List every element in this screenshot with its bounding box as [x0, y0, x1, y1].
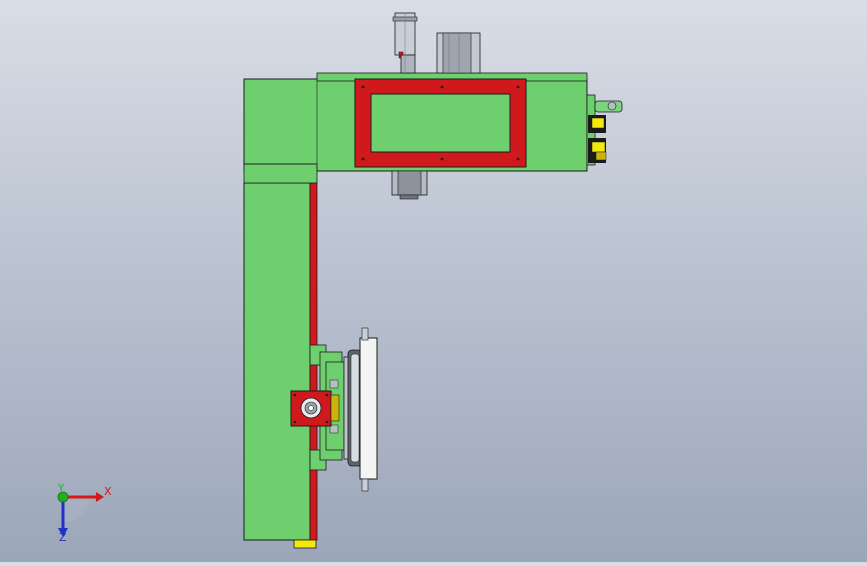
cad-viewport[interactable]: X Y Z	[0, 0, 867, 562]
z-axis-label: Z	[59, 531, 67, 544]
beam-lower-cylinder[interactable]	[391, 170, 428, 200]
x-axis-label: X	[104, 485, 112, 498]
y-axis-label: Y	[57, 483, 65, 494]
model-canvas[interactable]: X Y Z	[0, 0, 867, 562]
column-foot	[293, 539, 317, 549]
top-motor[interactable]	[436, 32, 481, 74]
vertical-column[interactable]	[243, 182, 318, 549]
beam-window-frame[interactable]	[354, 78, 527, 168]
coordinate-triad: X Y Z	[57, 483, 112, 544]
side-mechanism[interactable]	[586, 94, 623, 166]
x-axis-head	[96, 492, 104, 502]
rotary-disk[interactable]	[343, 327, 378, 492]
bearing-housing[interactable]	[290, 390, 340, 427]
top-cylinder[interactable]	[392, 12, 418, 74]
